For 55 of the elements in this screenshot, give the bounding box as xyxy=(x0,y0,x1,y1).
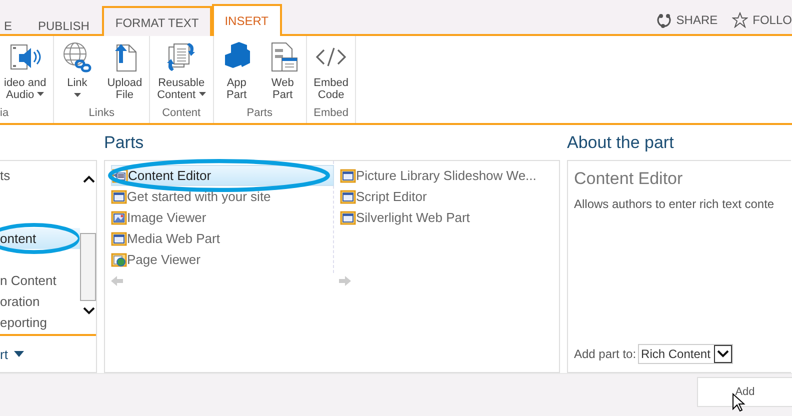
share-icon xyxy=(655,12,672,28)
part-item[interactable]: Silverlight Web Part xyxy=(340,207,560,228)
window-icon xyxy=(340,210,356,224)
follow-link[interactable]: FOLLO xyxy=(732,12,792,28)
ribbon-tab[interactable]: PUBLISH xyxy=(25,12,102,36)
add-button[interactable]: Add xyxy=(697,377,792,407)
group-label: Parts xyxy=(246,107,272,121)
group-label: Embed xyxy=(314,107,348,121)
category-item[interactable]: eporting xyxy=(0,312,80,333)
group-label: Content xyxy=(162,107,201,121)
share-link[interactable]: SHARE xyxy=(655,12,718,28)
group-label: Links xyxy=(88,107,114,121)
ribbon-button[interactable]: Embed Code xyxy=(310,41,352,107)
chevron-down-icon xyxy=(714,345,732,363)
scroll-down-icon xyxy=(82,305,96,317)
ribbon-button[interactable]: Reusable Content xyxy=(153,41,210,107)
scroll-up-icon xyxy=(82,173,96,185)
section-title: Parts xyxy=(104,133,145,154)
ribbon-tab[interactable]: FORMAT TEXT xyxy=(102,6,212,36)
globe-link-icon xyxy=(61,41,94,73)
ribbon-button[interactable]: Link xyxy=(57,41,98,107)
part-item[interactable]: Script Editor xyxy=(340,186,560,207)
ribbon-tab[interactable]: E xyxy=(0,12,26,36)
ribbon-tab[interactable]: INSERT xyxy=(212,4,282,36)
window-icon xyxy=(340,190,356,204)
ribbon-button[interactable]: App Part xyxy=(216,41,257,107)
window-icon xyxy=(340,168,356,182)
right-arrow-icon xyxy=(339,276,351,286)
picture-icon xyxy=(111,210,127,224)
part-item[interactable]: Media Web Part xyxy=(111,228,334,249)
ribbon-button[interactable]: Upload File xyxy=(103,41,146,107)
category-item[interactable]: oration xyxy=(0,291,80,312)
category-item[interactable]: ts xyxy=(0,165,80,186)
ribbon-button[interactable]: ideo and Audio xyxy=(0,41,50,107)
part-item[interactable]: Picture Library Slideshow We... xyxy=(340,165,560,186)
field-label: Add part to: xyxy=(574,347,636,361)
documents-arrows-icon xyxy=(165,41,198,73)
category-link[interactable]: rt xyxy=(0,346,8,362)
window-icon xyxy=(111,232,127,246)
left-arrow-icon xyxy=(111,276,123,286)
category-item[interactable]: n Content xyxy=(0,270,80,291)
star-icon xyxy=(732,12,748,28)
caret-icon xyxy=(14,351,24,357)
part-name: Content Editor xyxy=(574,169,684,189)
part-item[interactable]: Page Viewer xyxy=(111,249,334,270)
group-label: ia xyxy=(0,107,9,121)
part-item[interactable]: Get started with your site xyxy=(111,186,334,207)
part-description: Allows authors to enter rich text conte xyxy=(574,197,776,211)
zone-dropdown[interactable]: Rich Content xyxy=(638,344,734,364)
ribbon-button[interactable]: Web Part xyxy=(262,41,303,107)
page-globe-icon xyxy=(111,252,127,266)
section-title: About the part xyxy=(567,133,675,154)
window-icon xyxy=(111,190,127,204)
scrollbar-thumb[interactable] xyxy=(80,233,96,301)
part-item[interactable]: Image Viewer xyxy=(111,207,334,228)
